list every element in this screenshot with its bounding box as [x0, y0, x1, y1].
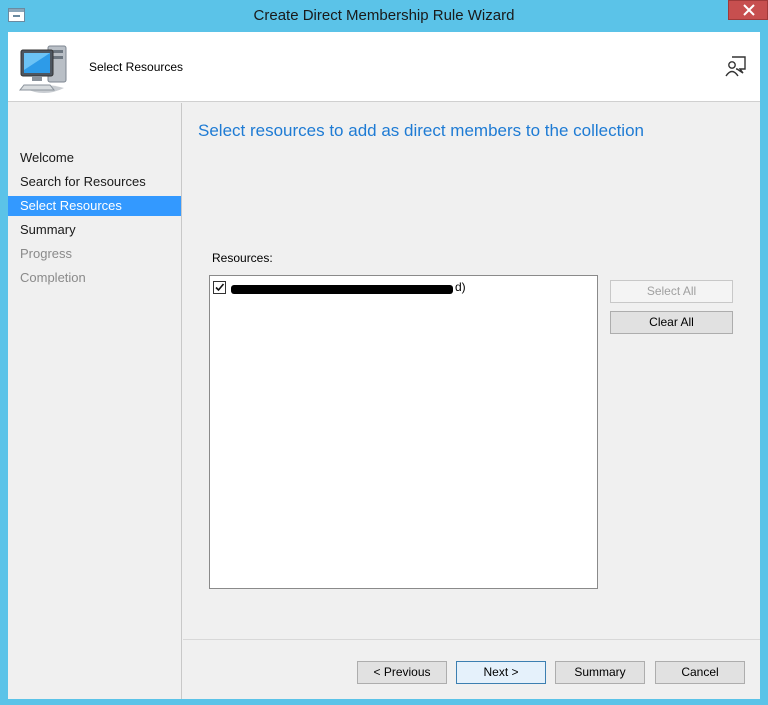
- close-icon: [743, 4, 755, 16]
- step-completion: Completion: [20, 270, 86, 285]
- title-bar[interactable]: Create Direct Membership Rule Wizard: [0, 0, 768, 32]
- content-heading: Select resources to add as direct member…: [198, 121, 644, 140]
- wizard-content: Select resources to add as direct member…: [183, 103, 760, 699]
- wizard-client: Select Resources Welcome Search for Reso…: [8, 32, 760, 699]
- footer-divider: [183, 639, 760, 640]
- help-person-icon[interactable]: [724, 54, 748, 78]
- wizard-window: Create Direct Membership Rule Wizard Sel…: [0, 0, 768, 705]
- page-title: Select Resources: [89, 60, 184, 74]
- redaction-bar: [231, 285, 453, 294]
- wizard-header: Select Resources: [8, 32, 760, 102]
- checkmark-icon: [215, 283, 225, 292]
- step-search-for-resources: Search for Resources: [20, 174, 146, 189]
- close-button[interactable]: [728, 0, 768, 20]
- resources-list[interactable]: d): [209, 275, 598, 589]
- step-summary: Summary: [20, 222, 76, 237]
- step-welcome: Welcome: [20, 150, 74, 165]
- computer-icon: [18, 45, 67, 93]
- clear-all-button[interactable]: Clear All: [610, 311, 733, 334]
- previous-button[interactable]: < Previous: [357, 661, 447, 684]
- summary-button[interactable]: Summary: [555, 661, 645, 684]
- resources-label: Resources:: [212, 251, 273, 265]
- step-select-resources: Select Resources: [8, 196, 181, 216]
- resource-checkbox[interactable]: [213, 281, 226, 294]
- window-title: Create Direct Membership Rule Wizard: [253, 7, 515, 24]
- step-progress: Progress: [20, 246, 73, 261]
- cancel-button[interactable]: Cancel: [655, 661, 745, 684]
- next-button[interactable]: Next >: [456, 661, 546, 684]
- select-all-button[interactable]: Select All: [610, 280, 733, 303]
- wizard-steps: Welcome Search for Resources Select Reso…: [8, 103, 182, 699]
- list-item[interactable]: d): [213, 280, 513, 298]
